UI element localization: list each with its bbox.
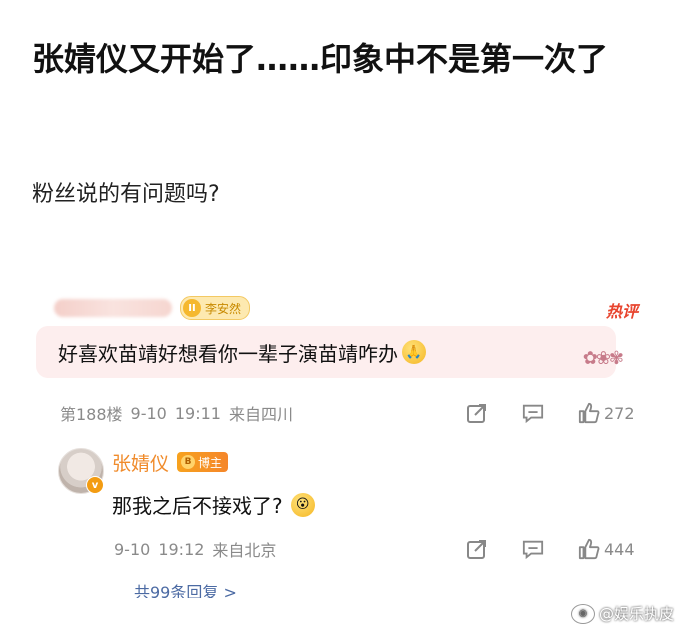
reply-author-row: 张婧仪 B 博主: [112, 448, 229, 476]
comment-text: 好喜欢苗靖好想看你一辈子演苗靖咋办: [58, 341, 398, 366]
comment-time: 19:11: [174, 403, 221, 423]
reply-comment-icon[interactable]: [522, 538, 544, 560]
flower-decoration-icon: ✿❀✾: [582, 348, 624, 369]
reply-like-icon[interactable]: [578, 538, 600, 560]
comment-floor: 第188楼: [60, 405, 123, 424]
comment-date: 9-10: [130, 403, 167, 423]
post-title: 张婧仪又开始了……印象中不是第一次了: [32, 40, 609, 78]
fan-badge[interactable]: II 李安然: [180, 296, 251, 320]
reply-share-icon[interactable]: [466, 538, 488, 560]
praying-emoji-icon: 🙏: [402, 340, 426, 364]
comment-bubble[interactable]: 好喜欢苗靖好想看你一辈子演苗靖咋办 🙏: [36, 326, 616, 378]
comment-actions: 272: [466, 398, 640, 428]
watermark: ◉ @娱乐执皮: [570, 603, 674, 624]
comment-icon[interactable]: [522, 402, 544, 424]
commenter-row: II 李安然: [54, 294, 251, 322]
reply-author-name[interactable]: 张婧仪: [112, 449, 169, 476]
fan-medal-icon: II: [183, 299, 201, 317]
confused-emoji-icon: 😮: [290, 492, 315, 517]
blogger-badge-label: 博主: [198, 455, 223, 470]
reply-date: 9-10: [114, 539, 151, 559]
watermark-text: @娱乐执皮: [598, 605, 674, 623]
like-icon[interactable]: [578, 402, 600, 424]
reply-time: 19:12: [158, 539, 205, 559]
fan-badge-label: 李安然: [205, 301, 242, 316]
reply-like-count: 444: [604, 539, 635, 559]
weibo-logo-icon: ◉: [570, 603, 595, 624]
more-replies-link[interactable]: 共99条回复 >: [134, 584, 237, 598]
comment-meta: 第188楼 9-10 19:11 来自四川: [60, 398, 301, 428]
comment-like-count: 272: [604, 403, 635, 423]
comment-location: 来自四川: [228, 405, 293, 424]
reply-text-row[interactable]: 那我之后不接戏了? 😮: [112, 490, 315, 519]
reply-meta: 9-10 19:12 来自北京: [114, 534, 284, 564]
reply-text: 那我之后不接戏了?: [112, 494, 283, 518]
share-icon[interactable]: [466, 402, 488, 424]
hot-comment-tag: 热评: [605, 302, 638, 321]
blogger-badge: B 博主: [177, 452, 229, 472]
hot-comment-card: II 李安然 热评 好喜欢苗靖好想看你一辈子演苗靖咋办 🙏 ✿❀✾ 第188楼 …: [24, 288, 664, 632]
blurred-username[interactable]: [54, 299, 172, 317]
verified-badge-icon: v: [86, 476, 104, 494]
post-subtitle: 粉丝说的有问题吗?: [32, 182, 220, 207]
reply-actions: 444: [466, 534, 640, 564]
blogger-badge-icon: B: [181, 455, 196, 469]
reply-location: 来自北京: [212, 541, 277, 560]
